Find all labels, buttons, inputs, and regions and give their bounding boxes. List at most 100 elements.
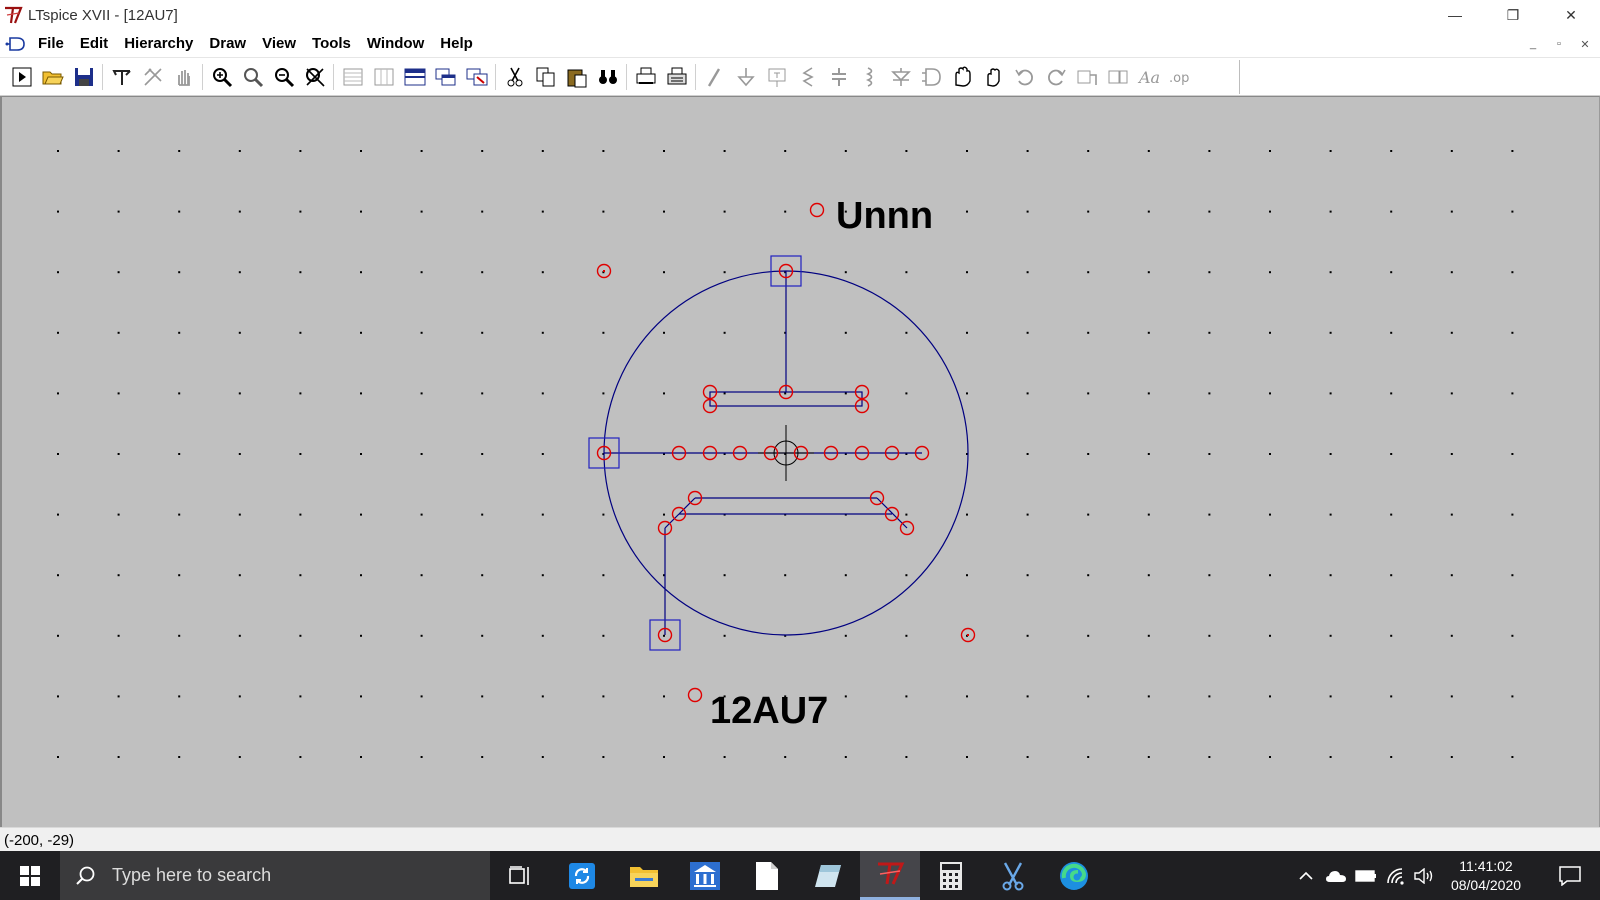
notification-icon — [1559, 865, 1581, 886]
halt-button[interactable] — [137, 62, 168, 92]
taskbar-app-document[interactable] — [737, 851, 797, 900]
tile-horizontal-button[interactable] — [337, 62, 368, 92]
mdi-restore-button[interactable]: ▫ — [1546, 33, 1572, 55]
title-bar: LTspice XVII - [12AU7] — ❐ ✕ — [0, 0, 1600, 30]
tile-vertical-button[interactable] — [368, 62, 399, 92]
taskbar-search-box[interactable]: Type here to search — [60, 851, 490, 900]
run-button[interactable] — [6, 62, 37, 92]
menu-tools[interactable]: Tools — [304, 32, 359, 56]
taskbar-app-bank[interactable] — [675, 851, 735, 900]
cathode-left-bend[interactable] — [678, 497, 696, 515]
copy-icon — [536, 67, 554, 87]
pan-icon — [177, 70, 190, 86]
diode-icon — [890, 68, 911, 86]
drag-button[interactable] — [978, 62, 1009, 92]
mdi-close-button[interactable]: ✕ — [1572, 33, 1598, 55]
schematic-doc-icon[interactable] — [2, 32, 30, 56]
undo-button[interactable] — [1009, 62, 1040, 92]
start-button[interactable] — [0, 851, 60, 900]
redo-icon — [1047, 69, 1066, 86]
zoom-fit-button[interactable] — [299, 62, 330, 92]
taskbar-app-file-explorer[interactable] — [614, 851, 674, 900]
print-preview-button[interactable] — [630, 62, 661, 92]
label-net-button[interactable] — [761, 62, 792, 92]
ltspice-app-icon[interactable] — [2, 4, 24, 26]
task-view-button[interactable] — [490, 851, 550, 900]
tray-overflow-icon[interactable] — [1294, 851, 1318, 900]
rotate-button[interactable] — [1071, 62, 1102, 92]
tile-vertical-icon — [374, 68, 393, 86]
onedrive-icon[interactable] — [1322, 851, 1350, 900]
capacitor-icon — [831, 68, 846, 86]
open-button[interactable] — [37, 62, 68, 92]
minimize-button[interactable]: — — [1426, 0, 1484, 30]
taskbar-app-ltspice[interactable] — [860, 851, 920, 900]
taskbar-app-calculator[interactable] — [921, 851, 981, 900]
toolbar-separator — [333, 64, 334, 90]
text-button[interactable]: Aa — [1133, 62, 1164, 92]
volume-icon[interactable] — [1410, 851, 1438, 900]
menu-file[interactable]: File — [30, 32, 72, 56]
reorder-button[interactable] — [461, 62, 492, 92]
cascade-button[interactable] — [399, 62, 430, 92]
component-button[interactable] — [916, 62, 947, 92]
save-button[interactable] — [68, 62, 99, 92]
diode-button[interactable] — [885, 62, 916, 92]
cut-button[interactable] — [499, 62, 530, 92]
clock-time: 11:41:02 — [1459, 858, 1513, 874]
menu-window[interactable]: Window — [359, 32, 432, 56]
find-button[interactable] — [592, 62, 623, 92]
capacitor-button[interactable] — [823, 62, 854, 92]
menu-view[interactable]: View — [254, 32, 304, 56]
resistor-button[interactable] — [792, 62, 823, 92]
task-view-icon — [509, 865, 529, 885]
rotate-icon — [1077, 70, 1097, 85]
draw-wire-button[interactable] — [699, 62, 730, 92]
control-panel-button[interactable] — [106, 62, 137, 92]
zoom-out-button[interactable] — [268, 62, 299, 92]
notification-center-button[interactable] — [1545, 851, 1595, 900]
move-button[interactable] — [947, 62, 978, 92]
paste-button[interactable] — [561, 62, 592, 92]
pan-button[interactable] — [168, 62, 199, 92]
redo-button[interactable] — [1040, 62, 1071, 92]
ltspice-window: LTspice XVII - [12AU7] — ❐ ✕ File Edit H… — [0, 0, 1600, 900]
menu-hierarchy[interactable]: Hierarchy — [116, 32, 201, 56]
spice-directive-button[interactable]: .op — [1164, 62, 1195, 92]
close-button[interactable]: ✕ — [1542, 0, 1600, 30]
spice-directive-icon: .op — [1169, 71, 1189, 86]
wifi-icon[interactable] — [1382, 851, 1410, 900]
mdi-minimize-button[interactable]: _ — [1520, 33, 1546, 55]
draw-wire-icon — [707, 68, 720, 87]
taskbar-app-snipping-tool[interactable] — [983, 851, 1043, 900]
menu-draw[interactable]: Draw — [201, 32, 254, 56]
inductor-button[interactable] — [854, 62, 885, 92]
scissors-icon — [1002, 861, 1024, 890]
value-label[interactable]: 12AU7 — [710, 692, 828, 730]
ground-button[interactable] — [730, 62, 761, 92]
taskbar-app-edge[interactable] — [1044, 851, 1104, 900]
battery-icon[interactable] — [1352, 851, 1380, 900]
schematic-canvas[interactable]: Unnn 12AU7 — [0, 96, 1600, 827]
taskbar-clock[interactable]: 11:41:02 08/04/2020 — [1436, 857, 1536, 895]
notes-app-icon — [815, 864, 841, 887]
zoom-area-button[interactable] — [237, 62, 268, 92]
print-button[interactable] — [661, 62, 692, 92]
restore-button[interactable]: ❐ — [1484, 0, 1542, 30]
paste-icon — [567, 69, 586, 88]
zoom-in-button[interactable] — [206, 62, 237, 92]
grid-dots — [57, 150, 1514, 758]
taskbar-app-notes[interactable] — [798, 851, 858, 900]
windows-taskbar: Type here to search 11:41:02 08/04/2020 — [0, 851, 1600, 900]
close-windows-button[interactable] — [430, 62, 461, 92]
copy-button[interactable] — [530, 62, 561, 92]
cathode-lead-bend[interactable] — [664, 513, 680, 529]
taskbar-app-sync[interactable] — [552, 851, 612, 900]
menu-edit[interactable]: Edit — [72, 32, 116, 56]
cut-icon — [507, 67, 522, 87]
menu-bar: File Edit Hierarchy Draw View Tools Wind… — [0, 30, 1600, 58]
mirror-button[interactable] — [1102, 62, 1133, 92]
prefix-label[interactable]: Unnn — [836, 197, 933, 235]
svg-text:Aa: Aa — [1137, 68, 1160, 87]
menu-help[interactable]: Help — [432, 32, 481, 56]
